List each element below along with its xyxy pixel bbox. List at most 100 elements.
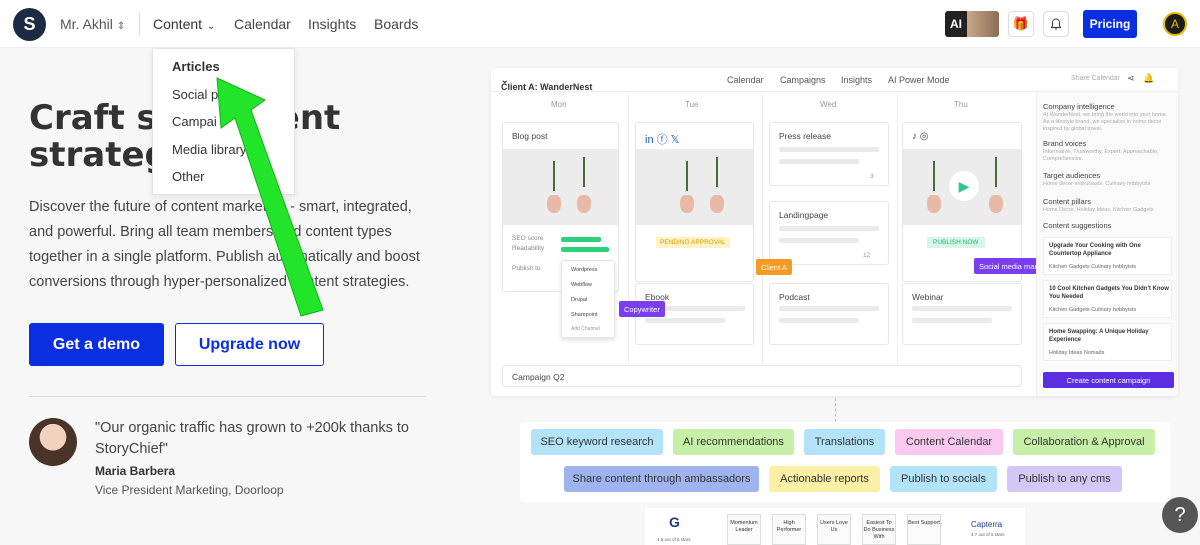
column-divider (897, 94, 898, 364)
intel-text: At WanderNest, we bring the world into y… (1043, 112, 1168, 132)
channel-drupal[interactable]: Drupal (571, 297, 587, 303)
comment-count: 3 (870, 173, 874, 180)
tab-insights[interactable]: Insights (841, 75, 872, 85)
ai-label: AI (945, 11, 967, 37)
card-title: Blog post (512, 131, 548, 141)
column-divider (762, 94, 763, 364)
play-icon[interactable]: ▶ (949, 171, 979, 201)
vase-image (636, 149, 753, 225)
nav-boards[interactable]: Boards (374, 16, 418, 32)
hero-description: Discover the future of content marketing… (29, 199, 420, 290)
g2-badge: Best Support (907, 514, 941, 545)
user-switcher[interactable]: Mr. Akhil ⇕ (60, 16, 125, 32)
g2-badge: Easiest To Do Business With (862, 514, 896, 545)
avatar[interactable]: A (1163, 12, 1187, 36)
suggestion-card[interactable]: Home Swapping: A Unique Holiday Experien… (1043, 323, 1172, 361)
client-name: Client A: WanderNest (501, 82, 593, 92)
card-landingpage[interactable]: Landingpage 12 (769, 201, 889, 265)
card-webinar[interactable]: Webinar (902, 283, 1022, 345)
ratings-strip: G 4.6 out of 5 stars Momentum Leader Hig… (645, 508, 1025, 545)
nav-calendar[interactable]: Calendar (234, 16, 291, 32)
panel-header: Client A: WanderNest ⌄ Calendar Campaign… (491, 68, 1178, 92)
comment-count: 12 (863, 252, 871, 259)
card-podcast[interactable]: Podcast (769, 283, 889, 345)
share-icon[interactable]: ⋖ (1127, 73, 1135, 84)
nav-content[interactable]: Content ⌄ (153, 16, 215, 32)
capterra-logo: Capterra (971, 520, 1003, 529)
divider (29, 396, 426, 397)
bell-icon[interactable] (1043, 11, 1069, 37)
menu-item-other[interactable]: Other (172, 169, 205, 184)
intel-heading: Company intelligence (1043, 102, 1115, 111)
voices-heading: Brand voices (1043, 139, 1087, 148)
tab-campaigns[interactable]: Campaigns (780, 75, 826, 85)
top-bar: S Mr. Akhil ⇕ Content ⌄ Calendar Insights … (0, 0, 1200, 48)
suggestion-card[interactable]: Upgrade Your Cooking with One Countertop… (1043, 237, 1172, 275)
campaign-label: Campaign Q2 (512, 372, 565, 382)
channel-webflow[interactable]: Webflow (571, 282, 592, 288)
day-wed: Wed (820, 100, 837, 109)
feature-chip: SEO keyword research (531, 429, 663, 455)
day-tue: Tue (685, 100, 699, 109)
tab-calendar[interactable]: Calendar (727, 75, 764, 85)
menu-item-articles[interactable]: Articles (172, 59, 220, 74)
g2-badge: Momentum Leader (727, 514, 761, 545)
channel-wordpress[interactable]: Wordpress (571, 267, 598, 273)
gift-icon[interactable]: 🎁 (1008, 11, 1034, 37)
menu-item-social[interactable]: Social p (172, 87, 218, 102)
logo-icon[interactable]: S (13, 8, 46, 41)
card-title: Press release (779, 131, 831, 141)
pricing-button[interactable]: Pricing (1083, 10, 1137, 38)
tab-ai-power-mode[interactable]: AI Power Mode (888, 75, 950, 85)
capterra-score: 4.7 out of 5 stars (971, 532, 1005, 537)
channel-sharepoint[interactable]: Sharepoint (571, 312, 598, 318)
voices-text: Informative, Trustworthy, Expert, Approa… (1043, 149, 1159, 162)
menu-item-campaigns[interactable]: Campai (172, 114, 217, 129)
status-badge: PUBLISH NOW (927, 237, 985, 248)
user-name: Mr. Akhil (60, 16, 113, 32)
audiences-heading: Target audiences (1043, 171, 1101, 180)
connector-line (835, 398, 836, 422)
create-campaign-button[interactable]: Create content campaign (1043, 372, 1174, 388)
testimonial-avatar (29, 418, 77, 466)
chevron-down-icon: ⌄ (207, 21, 216, 32)
pillars-heading: Content pillars (1043, 197, 1091, 206)
suggestion-meta: Kitchen Gadgets Culinary hobbyists (1049, 307, 1137, 313)
card-press-release[interactable]: Press release 3 (769, 122, 889, 186)
product-preview: Client A: WanderNest ⌄ Calendar Campaign… (491, 68, 1178, 396)
testimonial-name: Maria Barbera (95, 464, 176, 478)
nav-insights[interactable]: Insights (308, 16, 356, 32)
suggestion-title: 10 Cool Kitchen Gadgets You Didn't Know … (1049, 286, 1169, 300)
day-mon: Mon (551, 100, 567, 109)
chevron-updown-icon: ⇕ (116, 21, 126, 32)
ai-assistant-button[interactable]: AI (945, 11, 999, 37)
client-selector[interactable]: Client A: WanderNest ⌄ (501, 75, 592, 92)
suggestion-card[interactable]: 10 Cool Kitchen Gadgets You Didn't Know … (1043, 280, 1172, 318)
feature-chip: Actionable reports (769, 466, 880, 492)
testimonial-role: Vice President Marketing, Doorloop (95, 483, 284, 497)
card-title: Podcast (779, 292, 810, 302)
collaborator-tag: Client A (756, 259, 792, 275)
divider (139, 13, 140, 35)
campaign-bar[interactable]: Campaign Q2 (502, 365, 1022, 387)
column-divider (628, 94, 629, 364)
g2-score: 4.6 out of 5 stars (657, 537, 691, 542)
vase-image (503, 149, 618, 225)
menu-item-media-library[interactable]: Media library (172, 142, 246, 157)
help-button[interactable]: ? (1162, 497, 1198, 533)
get-demo-button[interactable]: Get a demo (29, 323, 164, 366)
company-intelligence-sidebar: Company intelligence At WanderNest, we b… (1036, 92, 1178, 396)
testimonial-quote: "Our organic traffic has grown to +200k … (95, 420, 409, 457)
upgrade-now-button[interactable]: Upgrade now (175, 323, 324, 366)
features-box: SEO keyword research AI recommendations … (520, 422, 1170, 502)
pillars-text: Home Decor, Holiday Ideas, Kitchen Gadge… (1043, 207, 1154, 213)
nav-content-label: Content (153, 16, 203, 32)
bell-icon[interactable]: 🔔 (1143, 73, 1154, 84)
add-channel[interactable]: Add Channel (571, 326, 600, 332)
channel-list: Wordpress Webflow Drupal Sharepoint Add … (561, 260, 615, 338)
collaborator-tag: Copywriter (619, 301, 665, 317)
card-social-post[interactable]: in ⓕ 𝕏 PENDING APPROVAL (635, 122, 754, 282)
feature-chip: Publish to any cms (1007, 466, 1122, 492)
vase-image: ▶ (903, 149, 1021, 225)
share-calendar[interactable]: Share Calendar (1071, 75, 1120, 82)
